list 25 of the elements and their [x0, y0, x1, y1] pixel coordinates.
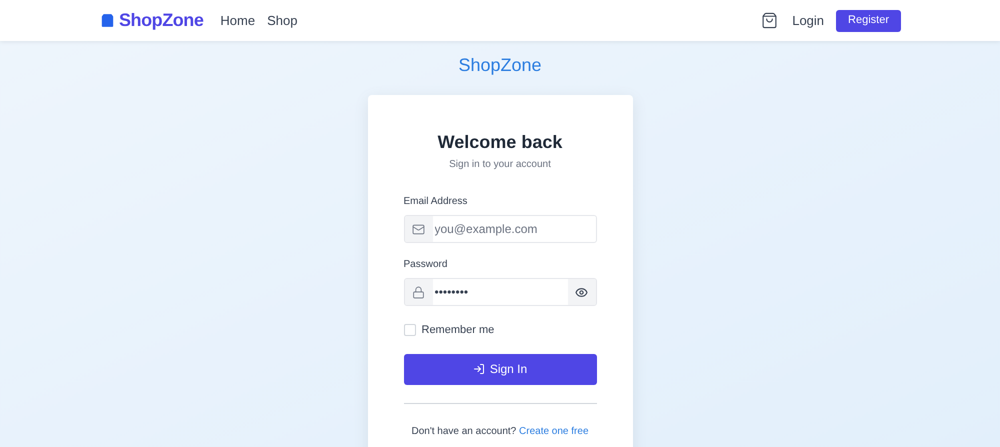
remember-label: Remember me — [422, 323, 494, 338]
cart-icon[interactable] — [761, 12, 778, 29]
sign-in-icon — [472, 363, 485, 375]
card-title: Welcome back — [436, 131, 564, 153]
mail-icon — [412, 222, 425, 236]
card-subtitle: Sign in to your account — [448, 158, 552, 172]
lock-icon — [412, 286, 425, 298]
site-title: ShopZone — [458, 54, 542, 76]
email-field[interactable]: you@example.com — [404, 215, 596, 243]
login-link[interactable]: Login — [792, 10, 824, 30]
show-password-button[interactable] — [568, 279, 596, 305]
brand-logo[interactable]: ShopZone — [119, 7, 204, 34]
eye-icon — [575, 286, 588, 298]
password-field[interactable]: •••••••• — [404, 278, 596, 306]
nav-link[interactable]: Shop — [267, 10, 298, 30]
signup-prompt: Don't have an account? Create one free — [410, 424, 590, 438]
password-input[interactable]: •••••••• — [432, 283, 568, 301]
email-input[interactable]: you@example.com — [432, 220, 596, 238]
field-label: Password — [404, 258, 448, 272]
sign-in-button[interactable]: Sign In — [404, 354, 596, 384]
remember-checkbox[interactable] — [404, 324, 416, 336]
create-account-link[interactable]: Create one free — [519, 426, 589, 436]
field-label: Email Address — [404, 195, 468, 209]
register-button[interactable]: Register — [836, 10, 901, 32]
nav-link[interactable]: Home — [220, 10, 256, 30]
